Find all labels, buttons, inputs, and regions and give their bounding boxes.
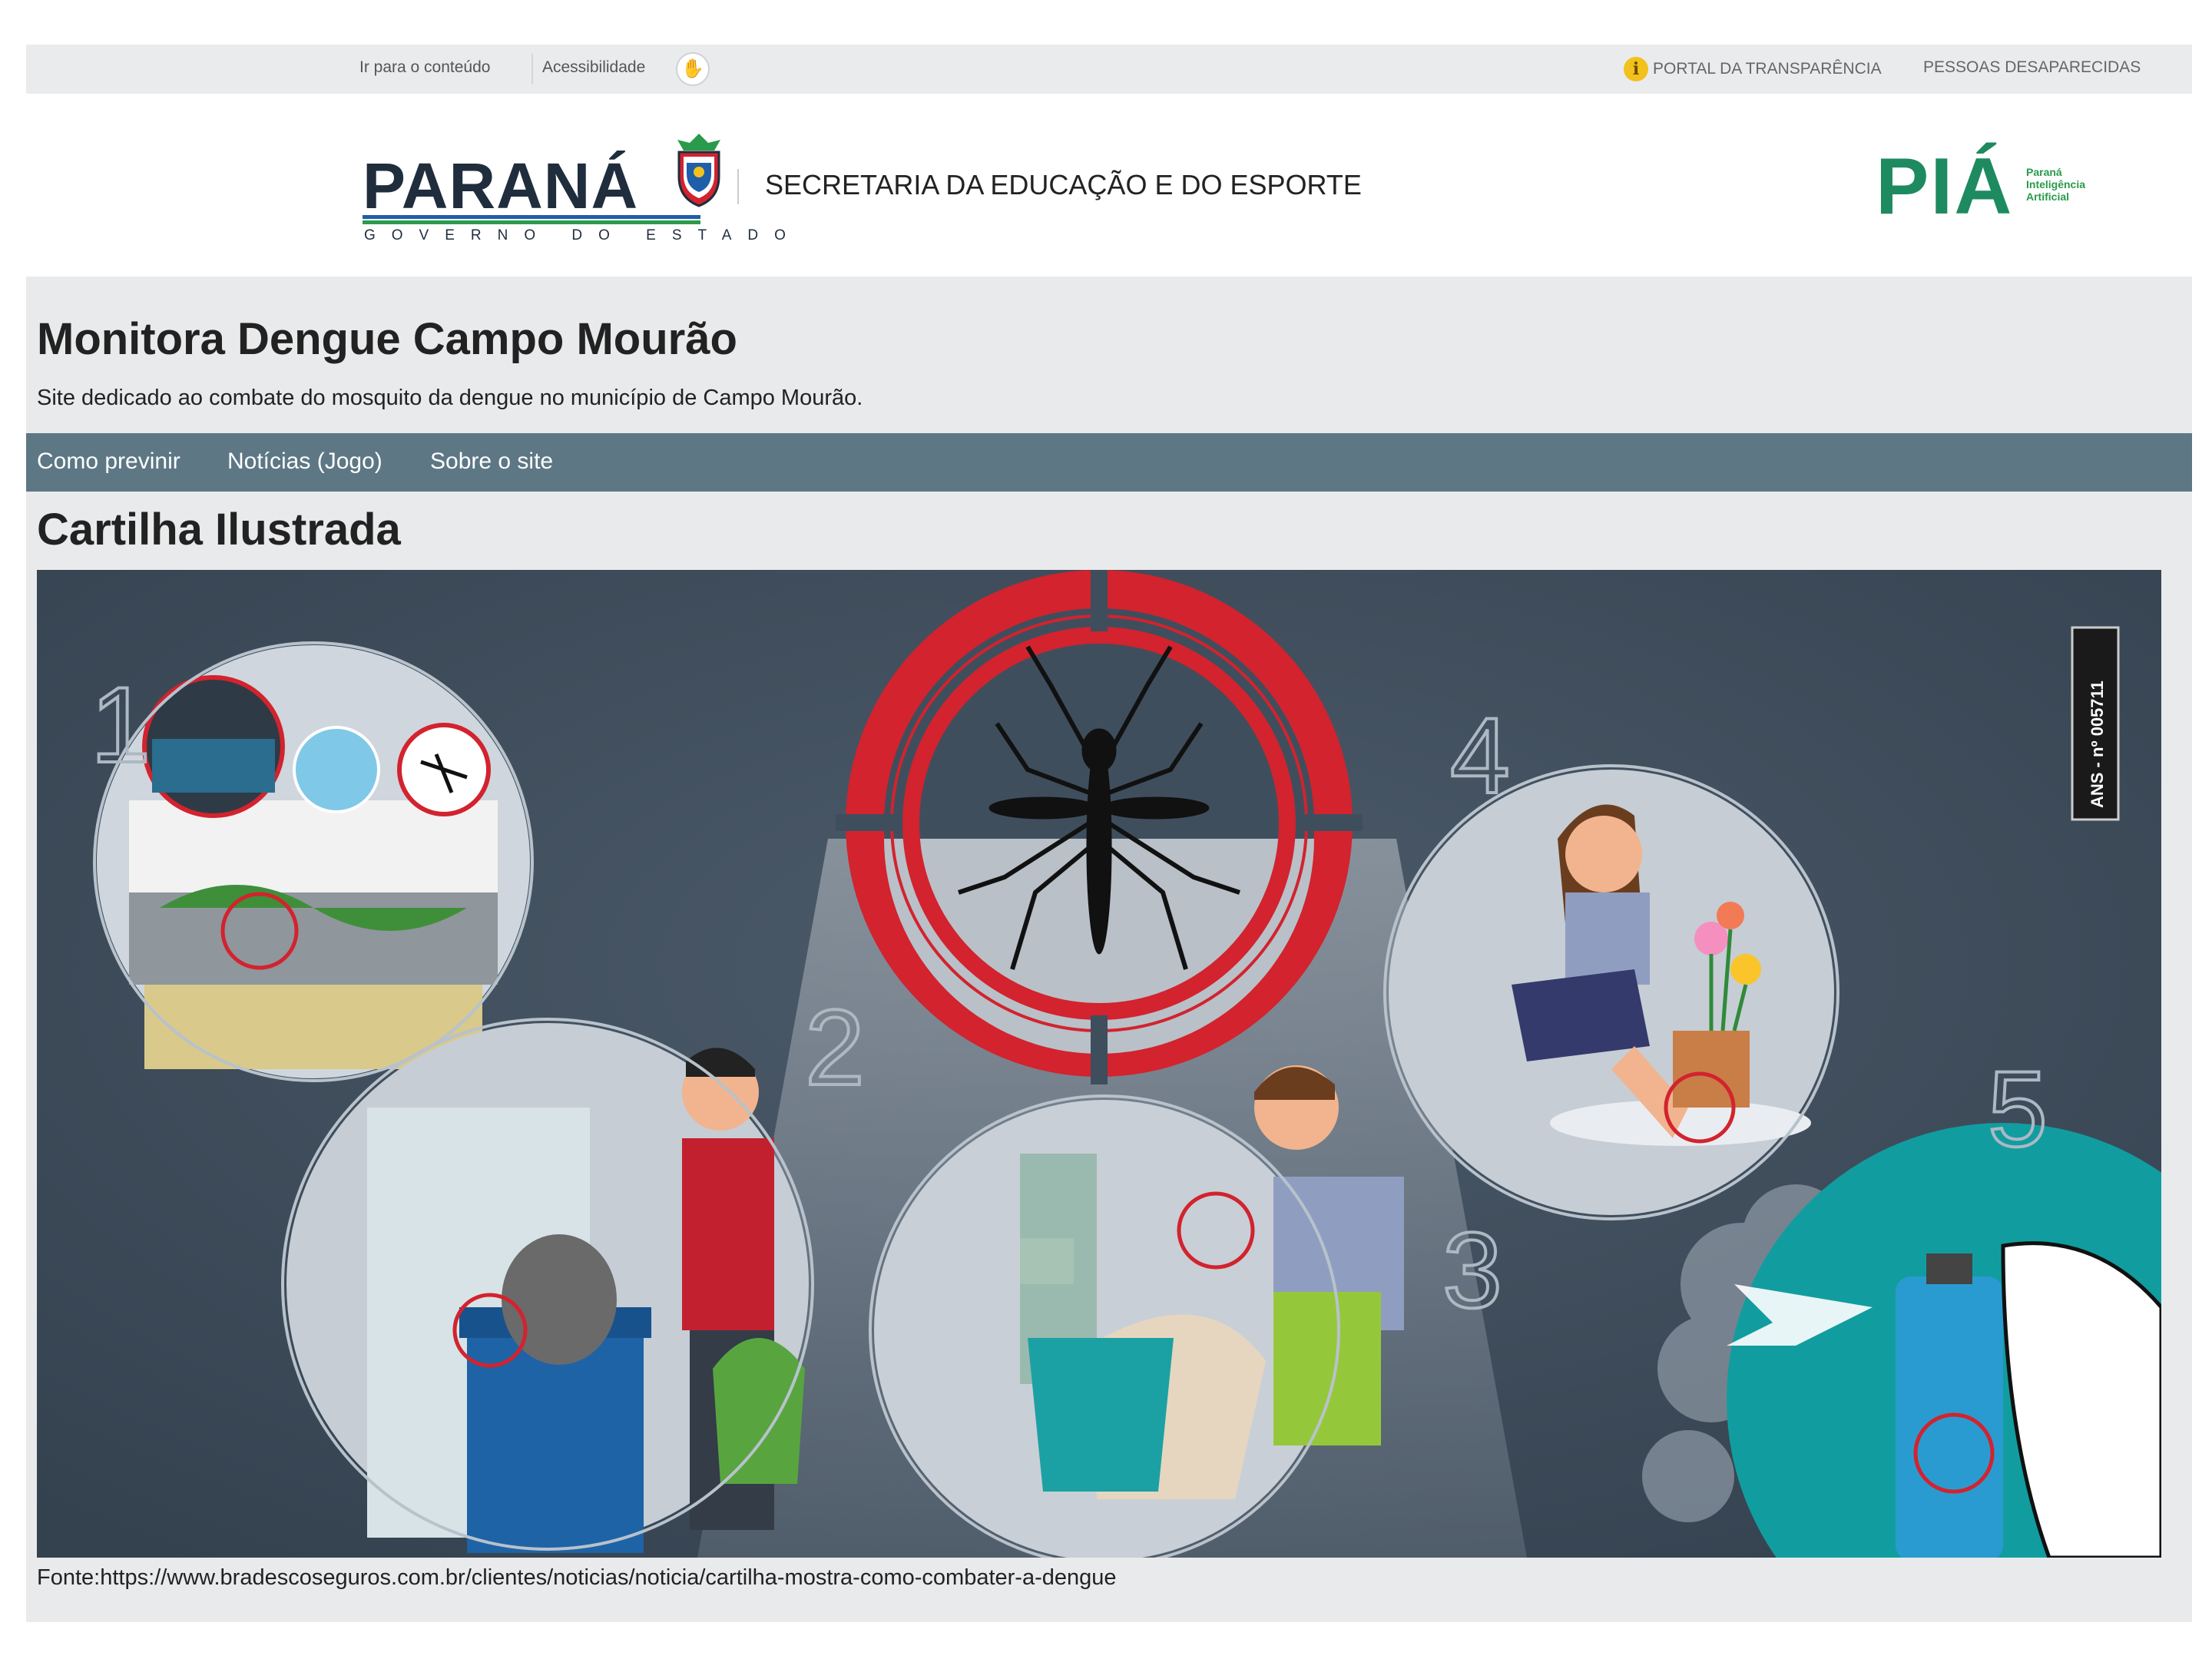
pia-logo-subtitle: Paraná Inteligência Artificial (2026, 166, 2086, 203)
accessibility-link[interactable]: Acessibilidade (542, 58, 645, 77)
site-description: Site dedicado ao combate do mosquito da … (37, 386, 863, 410)
step-number-2: 2 (805, 987, 865, 1108)
nav-sobre-o-site[interactable]: Sobre o site (430, 449, 553, 475)
info-icon: i (1624, 57, 1648, 81)
parana-logo-subtitle: GOVERNO DO ESTADO (364, 227, 802, 243)
ans-label-badge: ANS - nº 005711 (2071, 626, 2120, 821)
transparency-portal-link[interactable]: i PORTAL DA TRANSPARÊNCIA (1624, 57, 1882, 81)
dengue-prevention-illustration: 1 2 3 4 5 ANS - nº 005711 (37, 570, 2161, 1558)
scene-1-gutter (97, 645, 530, 1078)
logo-stripe-green (363, 220, 700, 224)
header-divider (737, 169, 739, 204)
topbar-divider (531, 54, 533, 84)
parana-government-logo[interactable]: PARANÁ GOVERNO DO ESTADO (363, 132, 786, 243)
step-number-5: 5 (1988, 1048, 2048, 1169)
pia-logo-word: PIÁ (1876, 142, 2014, 231)
illustration-artwork: 1 2 3 4 5 ANS - nº 005711 (37, 570, 2161, 1558)
image-source-caption: Fonte:https://www.bradescoseguros.com.br… (37, 1565, 1117, 1590)
main-content: Monitora Dengue Campo Mourão Site dedica… (26, 276, 2192, 1622)
secretaria-name: SECRETARIA DA EDUCAÇÃO E DO ESPORTE (765, 169, 1362, 200)
section-title: Cartilha Ilustrada (37, 505, 401, 555)
site-title: Monitora Dengue Campo Mourão (37, 314, 737, 364)
transparency-portal-label: PORTAL DA TRANSPARÊNCIA (1653, 60, 1882, 78)
coat-of-arms-icon (677, 134, 720, 207)
ans-label: ANS - nº 005711 (2088, 680, 2107, 808)
missing-people-link[interactable]: PESSOAS DESAPARECIDAS (1923, 58, 2141, 77)
step-number-4: 4 (1450, 695, 1510, 816)
scene-4-plant (1389, 770, 1834, 1215)
step-number-3: 3 (1442, 1210, 1502, 1330)
nav-como-previnir[interactable]: Como previnir (37, 449, 180, 475)
site-header: PARANÁ GOVERNO DO ESTADO SECRETARIA DA E… (26, 94, 2192, 276)
main-navigation: Como previnir Notícias (Jogo) Sobre o si… (26, 433, 2192, 492)
step-number-1: 1 (91, 664, 151, 785)
logo-stripe-blue (363, 215, 700, 219)
nav-noticias-jogo[interactable]: Notícias (Jogo) (227, 449, 382, 475)
top-utility-bar: Ir para o conteúdo Acessibilidade ✋ i PO… (26, 45, 2192, 94)
sign-language-icon[interactable]: ✋ (676, 52, 710, 86)
parana-logo-word: PARANÁ (363, 150, 639, 222)
pia-logo[interactable]: PIÁ Paraná Inteligência Artificial (1876, 141, 2129, 231)
skip-to-content-link[interactable]: Ir para o conteúdo (359, 58, 490, 77)
